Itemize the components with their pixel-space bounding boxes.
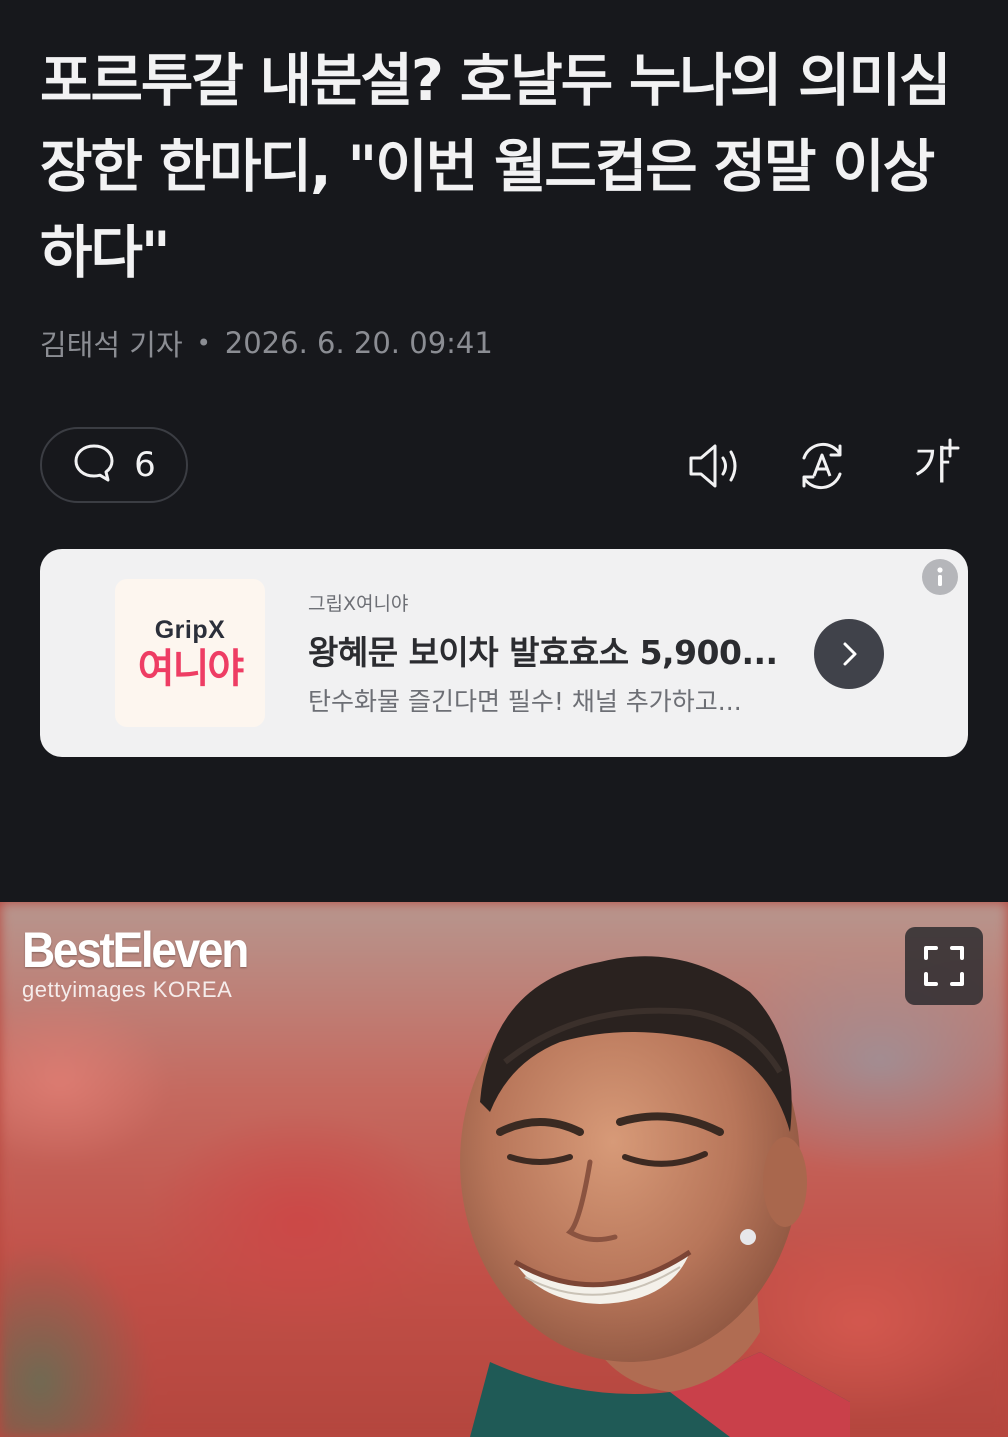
ad-title: 왕혜문 보이차 발효효소 5,900... xyxy=(308,633,778,672)
ad-banner[interactable]: GripX 여니야 그립X여니야 왕혜문 보이차 발효효소 5,900... 탄… xyxy=(40,549,968,757)
reporter-name[interactable]: 김태석 기자 xyxy=(40,322,183,364)
speaker-icon xyxy=(689,444,737,488)
comment-count: 6 xyxy=(134,445,156,485)
auto-translate-icon xyxy=(802,442,842,490)
photo-fullscreen-button[interactable] xyxy=(905,927,983,1005)
plus-icon xyxy=(940,438,960,458)
ad-info-button[interactable] xyxy=(922,559,958,595)
font-size-button[interactable]: 가 xyxy=(900,436,964,496)
article-byline: 김태석 기자 • 2026. 6. 20. 09:41 xyxy=(40,322,493,364)
player-portrait xyxy=(460,956,850,1437)
ad-advertiser-name: 그립X여니야 xyxy=(308,593,409,615)
logo-brand-top: GripX xyxy=(154,615,226,644)
fullscreen-icon xyxy=(924,946,964,986)
ad-go-button[interactable] xyxy=(814,619,884,689)
chevron-right-icon xyxy=(843,642,857,666)
photo-watermark: BestEleven gettyimages KOREA xyxy=(22,922,267,1002)
ad-description: 탄수화물 즐긴다면 필수! 채널 추가하고... xyxy=(308,687,742,716)
article-title: 포르투갈 내분설? 호날두 누나의 의미심장한 한마디, "이번 월드컵은 정말… xyxy=(40,48,951,286)
logo-brand-main: 여니야 xyxy=(137,645,244,692)
ad-text-block: 그립X여니야 왕혜문 보이차 발효효소 5,900... 탄수화물 즐긴다면 필… xyxy=(308,589,788,718)
article-photo[interactable]: BestEleven gettyimages KOREA xyxy=(0,902,1008,1437)
watermark-agency: gettyimages KOREA xyxy=(22,977,233,1002)
tts-speaker-button[interactable] xyxy=(686,436,746,496)
comment-button[interactable]: 6 xyxy=(40,427,188,503)
translate-button[interactable] xyxy=(792,436,852,496)
byline-separator: • xyxy=(196,329,211,357)
comment-icon xyxy=(72,442,116,488)
info-icon xyxy=(937,567,943,586)
publish-date: 2026. 6. 20. 09:41 xyxy=(224,326,493,360)
advertiser-logo: GripX 여니야 xyxy=(115,579,265,727)
watermark-brand: BestEleven xyxy=(22,922,249,978)
